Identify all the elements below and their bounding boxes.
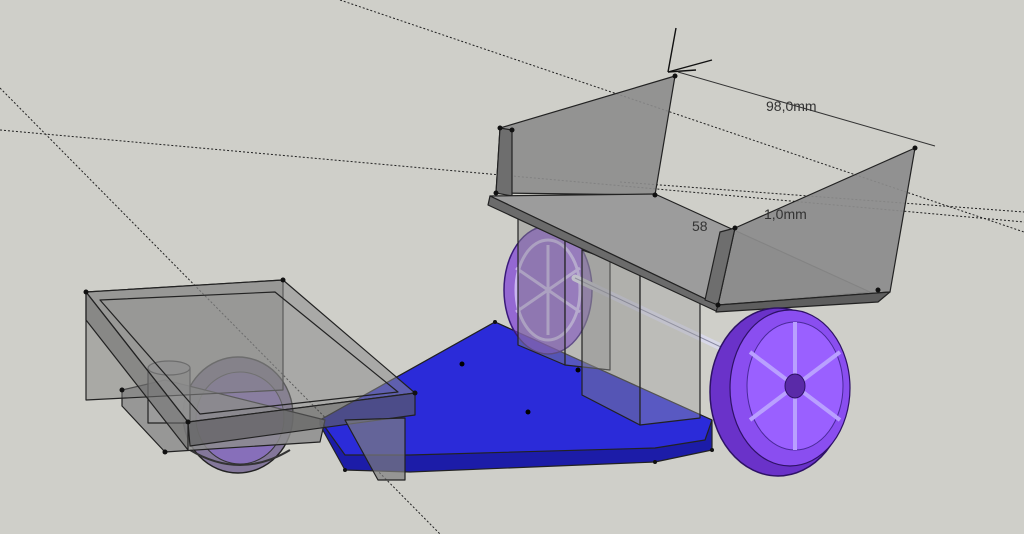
dimension-partial-label: 58	[692, 218, 708, 234]
front-right-wheel[interactable]	[709, 307, 851, 477]
mount-hole	[525, 409, 531, 415]
dimension-thickness[interactable]: 1,0mm	[764, 206, 807, 222]
dimension-width-label: 98,0mm	[766, 98, 817, 114]
mount-hole	[575, 367, 581, 373]
model-scene: 98,0mm 1,0mm 58	[0, 0, 1024, 534]
mount-hole	[459, 361, 465, 367]
holder-side-panel	[717, 147, 916, 306]
holder-back-panel	[495, 75, 676, 196]
axis-icon	[667, 27, 713, 73]
dimension-partial[interactable]: 58	[692, 218, 708, 234]
dimension-thickness-label: 1,0mm	[764, 206, 807, 222]
guide-line	[339, 0, 1024, 233]
dimension-width[interactable]: 98,0mm	[677, 71, 936, 147]
3d-model-viewport[interactable]: 98,0mm 1,0mm 58	[0, 0, 1024, 534]
